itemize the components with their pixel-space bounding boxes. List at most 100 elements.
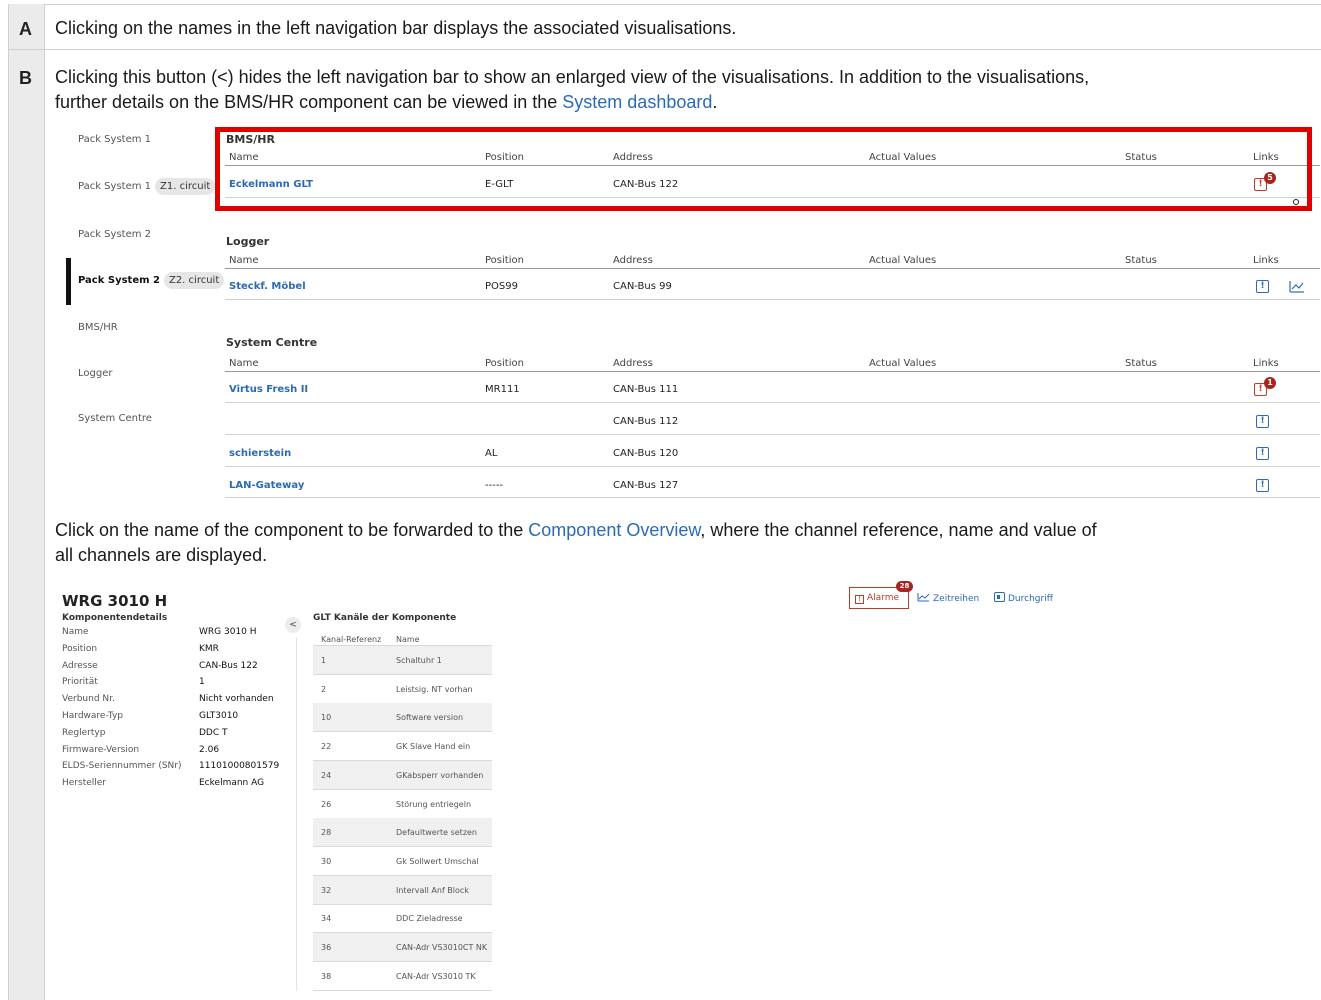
header-divider: [225, 371, 1320, 372]
nav-active-indicator: [66, 258, 71, 305]
col-header-address: Address: [613, 358, 653, 369]
nav-item-label: Pack System 2: [78, 275, 160, 286]
panel-divider: [296, 638, 297, 991]
alarm-icon[interactable]: !: [1256, 479, 1269, 492]
cell-position: -----: [485, 480, 504, 491]
detail-value: DDC T: [199, 727, 228, 738]
channel-row[interactable]: 34 DDC Zieladresse: [313, 904, 492, 932]
channel-row[interactable]: 26 Störung entriegeln: [313, 790, 492, 818]
channel-name: Software version: [396, 713, 464, 723]
component-overview-link[interactable]: Component Overview: [528, 520, 700, 540]
alarm-icon: !: [855, 595, 864, 604]
detail-value: WRG 3010 H: [199, 627, 257, 637]
channel-name: GKabsperr vorhanden: [396, 770, 484, 780]
detail-label: Name: [62, 627, 89, 637]
caption-line1: Click on the name of the component to be…: [55, 518, 1315, 543]
channel-name: CAN-Adr VS3010 TK: [396, 971, 476, 981]
durchgriff-button[interactable]: Durchgriff: [994, 592, 1053, 604]
detail-label: Priorität: [62, 677, 98, 688]
channel-name: Intervall Anf Block: [396, 885, 469, 895]
doc-letter-column: [8, 4, 45, 1000]
circuit-chip: Z2. circuit: [163, 272, 225, 289]
alarm-icon[interactable]: !: [1256, 415, 1269, 428]
channel-row[interactable]: 36 CAN-Adr VS3010CT NK: [313, 933, 492, 961]
cell-address: CAN-Bus 127: [613, 480, 679, 491]
system-dashboard-link[interactable]: System dashboard: [562, 92, 712, 112]
channel-row[interactable]: 30 Gk Sollwert Umschal: [313, 847, 492, 875]
detail-value: 11101000801579: [199, 761, 280, 772]
caption-text: Click on the name of the component to be…: [55, 518, 1315, 568]
component-link-steckf-moebel[interactable]: Steckf. Möbel: [229, 281, 306, 292]
trend-icon[interactable]: [1289, 280, 1305, 293]
channel-name: Gk Sollwert Umschal: [396, 856, 479, 866]
channel-ref: 30: [321, 856, 332, 866]
nav-item-bms-hr[interactable]: BMS/HR: [78, 322, 118, 333]
highlight-box: [215, 127, 1312, 211]
nav-item-pack-system-1-z1[interactable]: Pack System 1 Z1. circuit: [78, 178, 216, 195]
channel-row[interactable]: 28 Defaultwerte setzen: [313, 818, 492, 847]
cell-position: MR111: [485, 384, 520, 395]
detail-label: ELDS-Seriennummer (SNr): [62, 761, 182, 772]
channels-title: GLT Kanäle der Komponente: [313, 613, 457, 623]
nav-item-pack-system-2[interactable]: Pack System 2: [78, 229, 151, 240]
component-link-lan-gateway[interactable]: LAN-Gateway: [229, 480, 304, 491]
channel-ref: 38: [321, 971, 332, 981]
cell-address: CAN-Bus 99: [613, 281, 672, 292]
channel-name: GK Slave Hand ein: [396, 742, 471, 752]
row-a-text: Clicking on the names in the left naviga…: [55, 18, 737, 38]
row-b-line2-pre: further details on the BMS/HR component …: [55, 92, 563, 112]
col-header-status: Status: [1125, 358, 1157, 369]
channel-row[interactable]: 2 Leistsig. NT vorhan: [313, 675, 492, 703]
alarme-count-badge: 28: [896, 581, 913, 592]
channel-row[interactable]: 32 Intervall Anf Block: [313, 875, 492, 904]
detail-label: Verbund Nr.: [62, 694, 115, 705]
detail-value: KMR: [199, 643, 219, 654]
caption-line2: all channels are displayed.: [55, 545, 268, 565]
caption-line1-pre: Click on the name of the component to be…: [55, 520, 529, 540]
durchgriff-label: Durchgriff: [1008, 594, 1053, 604]
alarm-count-badge: 1: [1264, 377, 1276, 389]
detail-label: Reglertyp: [62, 727, 106, 738]
nav-item-pack-system-1[interactable]: Pack System 1: [78, 134, 151, 145]
detail-value: Eckelmann AG: [199, 778, 265, 789]
channel-ref: 1: [321, 656, 327, 665]
alarm-icon[interactable]: !: [1256, 447, 1269, 460]
nav-item-logger[interactable]: Logger: [78, 368, 112, 379]
channel-ref: 10: [321, 713, 332, 723]
section-title-logger: Logger: [226, 235, 270, 248]
section-title-system-centre: System Centre: [226, 336, 318, 349]
nav-item-pack-system-2-z2[interactable]: Pack System 2 Z2. circuit: [78, 272, 225, 289]
row-divider: [225, 466, 1320, 467]
component-link-schierstein[interactable]: schierstein: [229, 448, 291, 459]
col-header-name: Name: [229, 358, 259, 369]
channel-ref: 34: [321, 914, 332, 924]
alarme-label: Alarme: [867, 593, 900, 603]
component-link-virtus-fresh[interactable]: Virtus Fresh II: [229, 384, 308, 395]
doc-top-border: [8, 4, 1321, 5]
trend-icon: [917, 593, 930, 602]
nav-item-system-centre[interactable]: System Centre: [78, 413, 152, 424]
cell-address: CAN-Bus 111: [613, 384, 679, 395]
channel-row[interactable]: 38 CAN-Adr VS3010 TK: [313, 962, 492, 990]
col-header-links: Links: [1253, 358, 1279, 369]
cell-address: CAN-Bus 120: [613, 448, 679, 459]
row-letter-b: B: [19, 68, 32, 88]
cell-position: AL: [485, 448, 498, 459]
channel-name: Defaultwerte setzen: [396, 828, 478, 838]
col-header-name: Name: [229, 255, 259, 266]
channel-ref: 2: [321, 684, 327, 694]
chevron-left-icon[interactable]: <: [285, 617, 301, 633]
col-header-address: Address: [613, 255, 653, 266]
detail-value: GLT3010: [199, 711, 239, 721]
detail-label: Position: [62, 643, 98, 654]
channel-row[interactable]: 24 GKabsperr vorhanden: [313, 760, 492, 789]
channel-row[interactable]: 1 Schaltuhr 1: [313, 646, 492, 674]
channel-row[interactable]: 10 Software version: [313, 703, 492, 732]
row-b-line2-post: .: [712, 92, 718, 112]
detail-value: CAN-Bus 122: [199, 660, 258, 671]
zeitreihen-button[interactable]: Zeitreihen: [917, 592, 979, 604]
details-title: Komponentendetails: [62, 613, 168, 623]
channel-row[interactable]: 22 GK Slave Hand ein: [313, 732, 492, 760]
alarm-icon[interactable]: !: [1256, 280, 1269, 293]
channel-name: Leistsig. NT vorhan: [396, 684, 473, 694]
